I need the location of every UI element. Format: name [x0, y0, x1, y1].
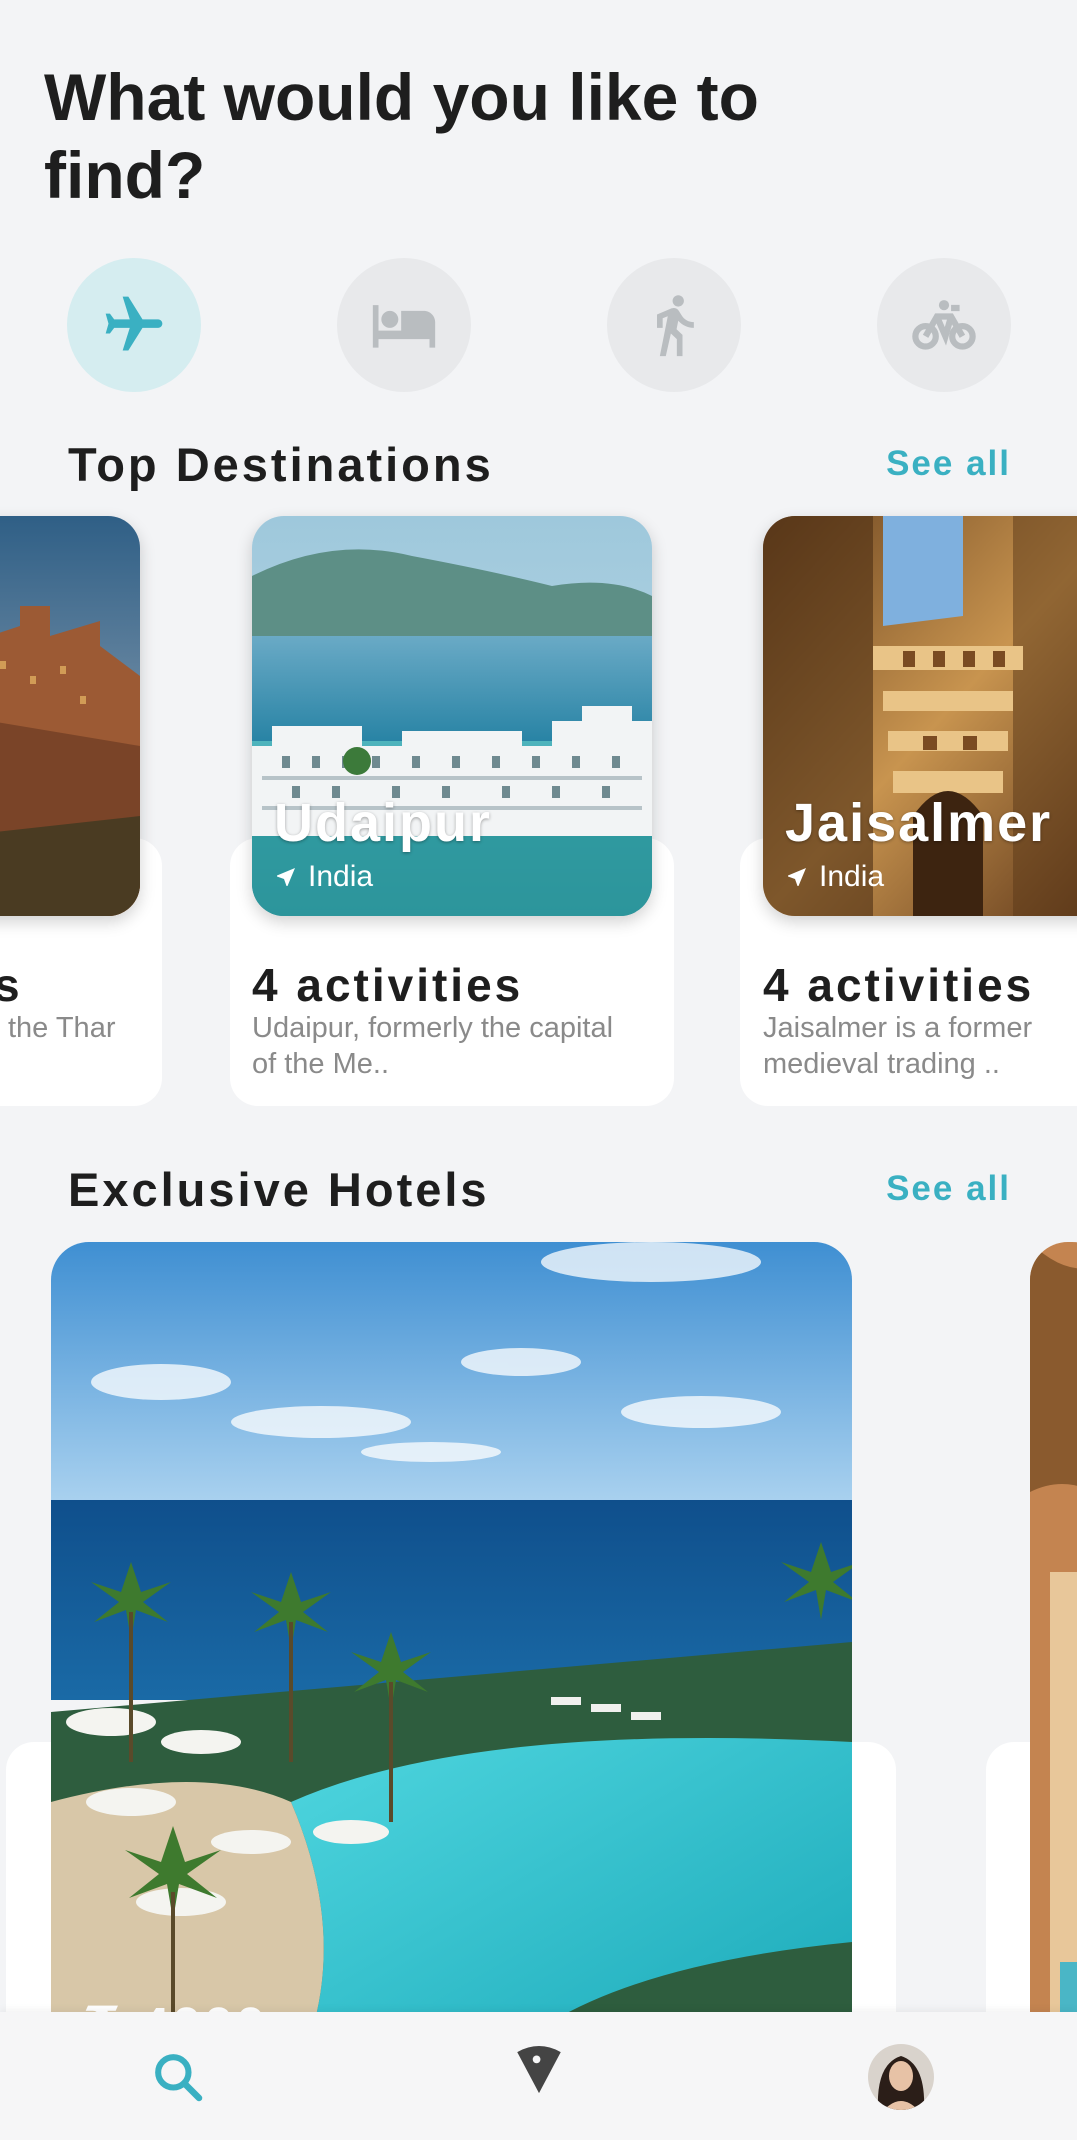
nav-profile[interactable] — [866, 2042, 936, 2112]
destination-activities: s — [0, 959, 23, 1011]
airplane-icon — [105, 296, 163, 351]
destination-name: Udaipur — [274, 793, 493, 853]
navigation-arrow-icon — [788, 868, 806, 886]
map-pin-icon — [517, 2046, 561, 2094]
nav-explore[interactable] — [504, 2034, 574, 2104]
section-title-hotels: Exclusive Hotels — [68, 1163, 490, 1216]
walking-icon — [657, 295, 694, 357]
destination-activities: 4 activities — [252, 959, 524, 1011]
destination-image-jodhpur[interactable] — [0, 516, 140, 916]
destination-image-udaipur[interactable]: Udaipur India — [252, 516, 652, 916]
destination-country: India — [274, 860, 373, 894]
hotel-image[interactable]: ₹ 4000 — [51, 1242, 852, 2062]
avatar — [868, 2044, 934, 2110]
section-title-destinations: Top Destinations — [68, 438, 494, 491]
category-hotels[interactable] — [337, 258, 471, 392]
destination-country: India — [785, 860, 884, 894]
hotel-image[interactable] — [1030, 1242, 1077, 2062]
destination-activities: 4 activities — [763, 959, 1035, 1011]
destination-description: Udaipur, formerly the capital of the Me.… — [252, 1012, 614, 1080]
bike-icon — [912, 300, 976, 350]
category-activities[interactable] — [607, 258, 741, 392]
destination-name: Jaisalmer — [785, 793, 1053, 853]
destination-image-jaisalmer[interactable]: Jaisalmer India — [763, 516, 1077, 916]
category-cycling[interactable] — [877, 258, 1011, 392]
navigation-arrow-icon — [277, 868, 295, 886]
destination-description: the Thar — [8, 1012, 116, 1044]
destinations-see-all-link[interactable]: See all — [886, 444, 1011, 484]
bottom-navigation — [0, 2012, 1077, 2140]
bed-icon — [372, 305, 436, 348]
page-title: What would you like to find? — [44, 60, 759, 212]
hotels-see-all-link[interactable]: See all — [886, 1169, 1011, 1209]
search-icon — [155, 2054, 203, 2102]
category-flights[interactable] — [67, 258, 201, 392]
nav-search[interactable] — [143, 2042, 213, 2112]
destination-description: Jaisalmer is a former medieval trading .… — [763, 1012, 1033, 1080]
